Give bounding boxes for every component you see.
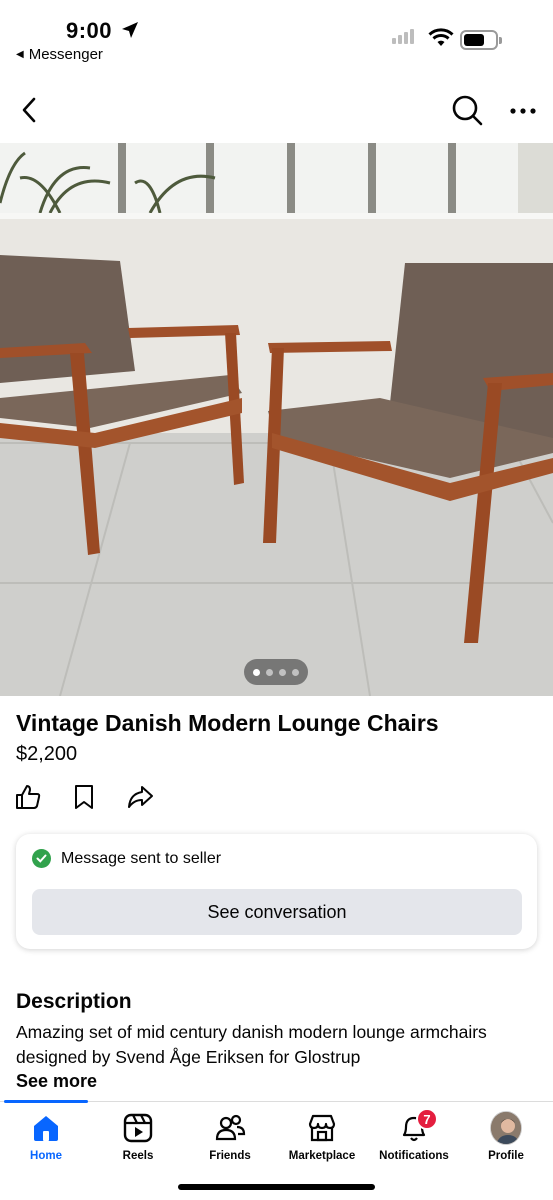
wifi-icon bbox=[428, 28, 454, 46]
message-status-row: Message sent to seller bbox=[32, 849, 221, 868]
home-icon bbox=[34, 1116, 58, 1141]
avatar bbox=[490, 1111, 522, 1145]
tab-label: Reels bbox=[122, 1150, 154, 1162]
bell-icon-wrap: 7 bbox=[398, 1108, 438, 1144]
photo-page-indicator[interactable] bbox=[244, 659, 308, 685]
notification-badge: 7 bbox=[416, 1108, 438, 1130]
tab-label: Home bbox=[30, 1150, 62, 1162]
back-chevron-icon[interactable] bbox=[14, 94, 46, 126]
page-dot bbox=[253, 668, 260, 676]
top-nav bbox=[0, 78, 553, 142]
avatar-wrap bbox=[490, 1111, 522, 1145]
marketplace-icon bbox=[308, 1114, 336, 1142]
back-to-app-link[interactable]: ◀ Messenger bbox=[16, 46, 103, 63]
page-dot bbox=[266, 668, 273, 676]
tab-reels[interactable]: Reels bbox=[92, 1112, 184, 1162]
active-tab-indicator bbox=[4, 1100, 88, 1103]
description-text: Amazing set of mid century danish modern… bbox=[16, 1022, 487, 1067]
back-app-label: Messenger bbox=[28, 46, 103, 63]
search-icon[interactable] bbox=[450, 93, 484, 127]
tab-label: Friends bbox=[209, 1150, 251, 1162]
back-triangle-icon: ◀ bbox=[16, 49, 24, 60]
location-arrow-icon bbox=[122, 22, 138, 38]
chairs-photo-illustration bbox=[0, 143, 553, 696]
listing-photo[interactable] bbox=[0, 143, 553, 696]
tab-profile[interactable]: Profile bbox=[460, 1111, 552, 1162]
see-conversation-button[interactable]: See conversation bbox=[32, 889, 522, 935]
listing-title: Vintage Danish Modern Lounge Chairs bbox=[16, 710, 439, 736]
friends-icon bbox=[215, 1114, 246, 1141]
tab-label: Marketplace bbox=[288, 1150, 356, 1162]
page-dot bbox=[279, 668, 286, 676]
see-more-link[interactable]: See more bbox=[16, 1071, 97, 1092]
listing-actions bbox=[14, 783, 154, 811]
share-icon[interactable] bbox=[126, 783, 154, 811]
checkmark-icon bbox=[32, 849, 51, 868]
reels-icon bbox=[123, 1113, 153, 1143]
bookmark-icon[interactable] bbox=[70, 783, 98, 811]
signal-icon bbox=[392, 29, 414, 44]
status-bar: 9:00 ◀ Messenger bbox=[0, 0, 553, 70]
message-status-text: Message sent to seller bbox=[61, 849, 222, 867]
page-dot bbox=[292, 668, 299, 676]
tab-marketplace[interactable]: Marketplace bbox=[276, 1112, 368, 1162]
tab-home[interactable]: Home bbox=[0, 1112, 92, 1162]
tab-label: Notifications bbox=[379, 1150, 449, 1162]
listing-price: $2,200 bbox=[16, 743, 78, 765]
description-heading: Description bbox=[16, 990, 132, 1013]
message-sent-card: Message sent to seller See conversation bbox=[16, 834, 537, 949]
home-indicator bbox=[178, 1184, 375, 1190]
battery-icon bbox=[460, 30, 502, 50]
tab-notifications[interactable]: 7 Notifications bbox=[368, 1108, 460, 1162]
like-icon[interactable] bbox=[14, 783, 42, 811]
tab-friends[interactable]: Friends bbox=[184, 1112, 276, 1162]
tab-label: Profile bbox=[488, 1150, 524, 1162]
more-options-icon[interactable] bbox=[507, 95, 539, 127]
status-time: 9:00 bbox=[66, 18, 113, 43]
